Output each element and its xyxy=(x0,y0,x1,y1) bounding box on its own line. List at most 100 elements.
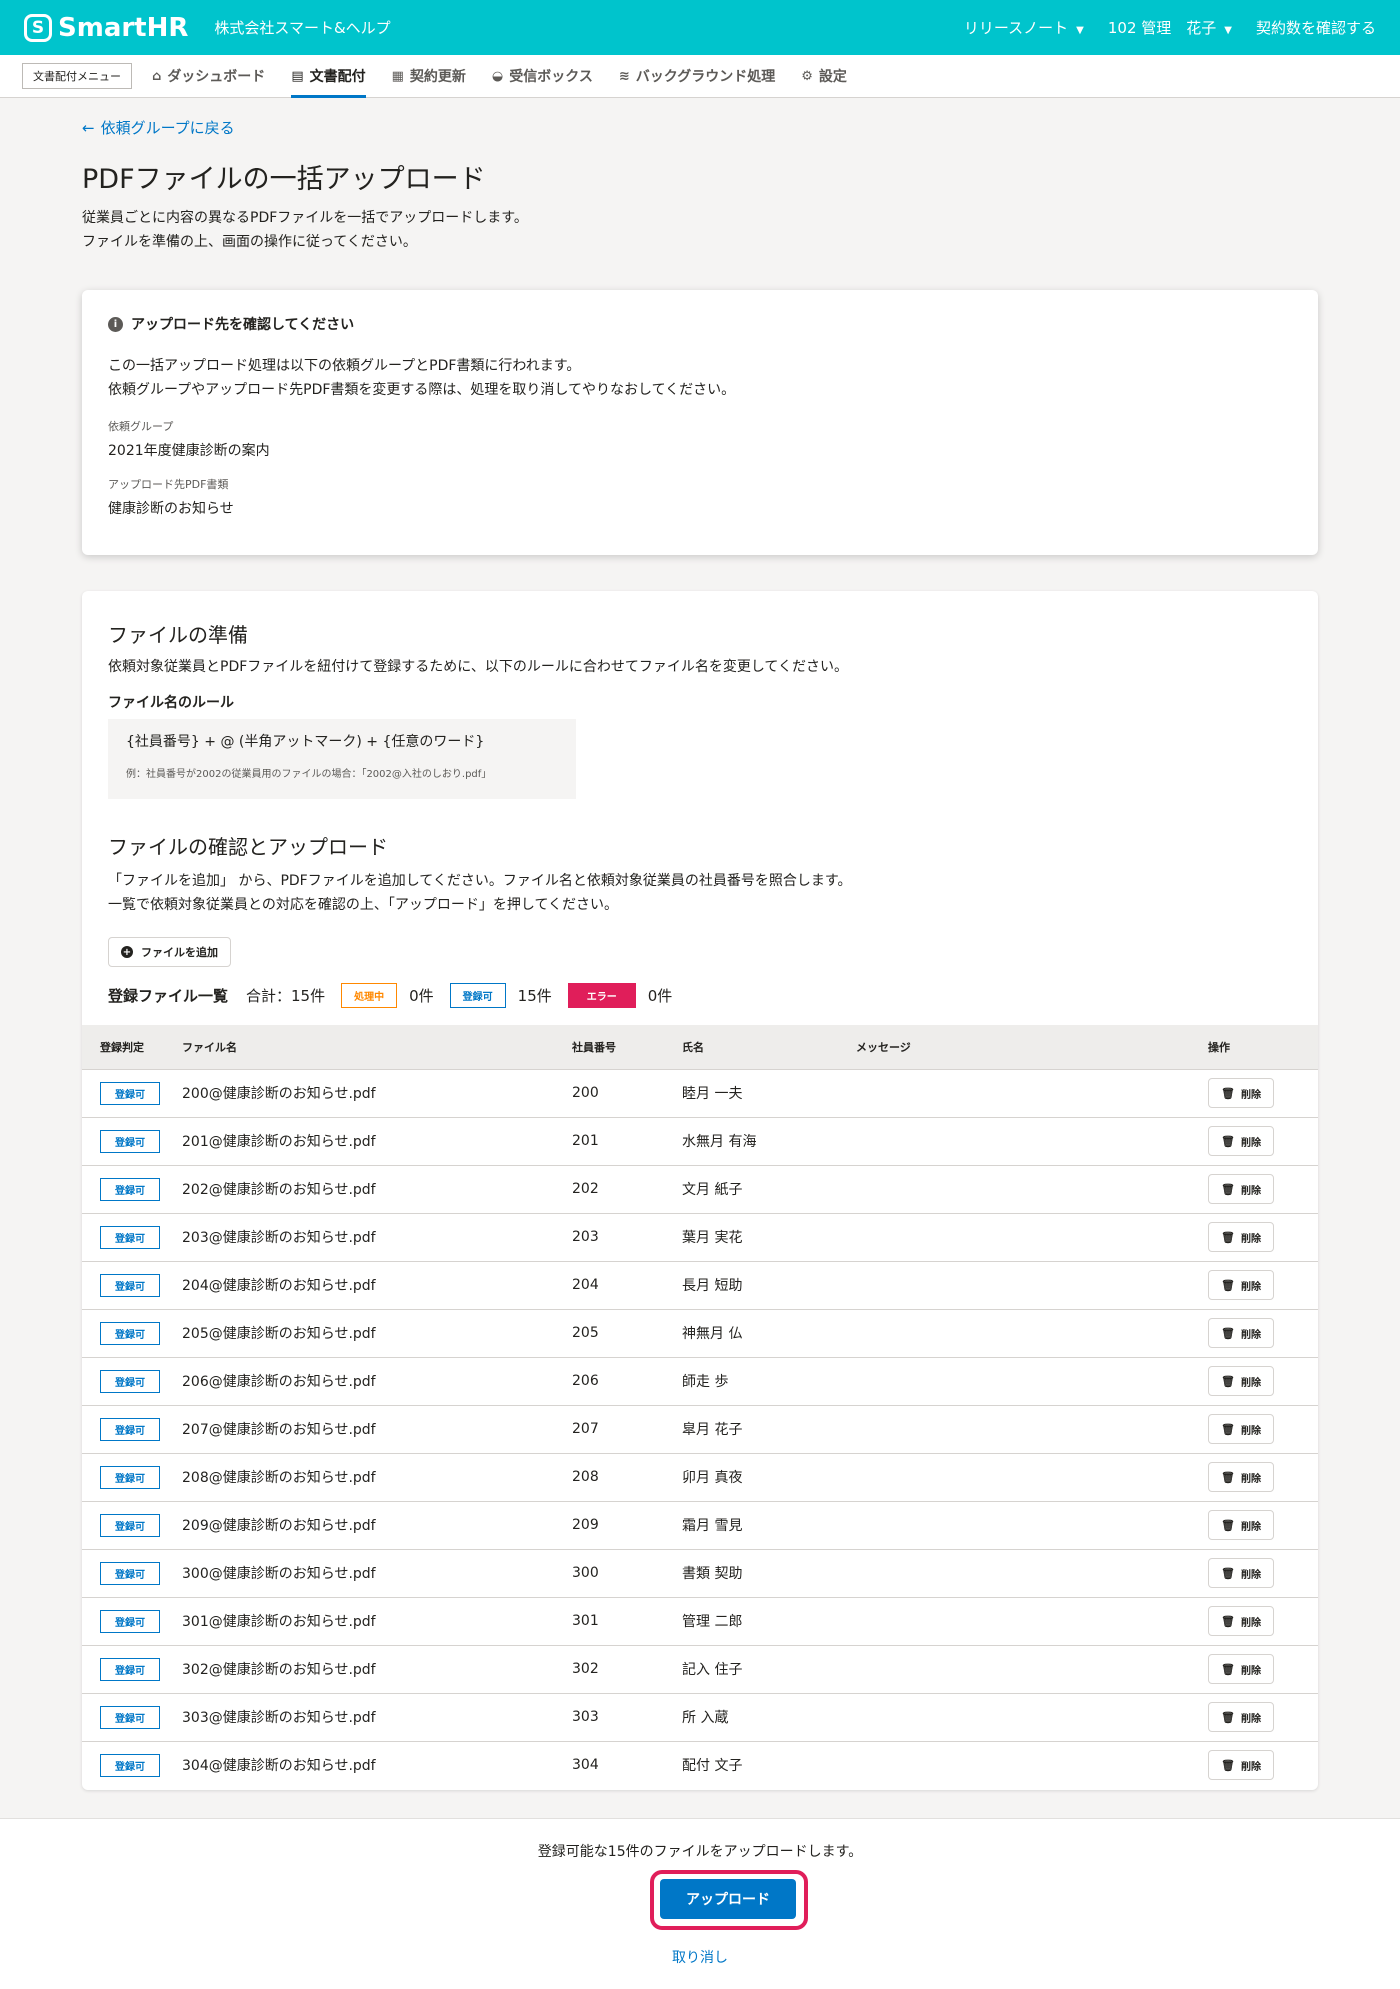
status-badge: 登録可 xyxy=(100,1273,160,1297)
table-row: 登録可 200@健康診断のお知らせ.pdf 200 睦月 一夫 🗑 削除 xyxy=(82,1068,1318,1117)
employee-name-cell: 葉月 実花 xyxy=(682,1212,856,1261)
nav-settings[interactable]: ⚙ 設定 xyxy=(801,55,847,98)
delete-button[interactable]: 🗑 削除 xyxy=(1208,1558,1274,1588)
file-upload-card: ファイルの準備 依頼対象従業員とPDFファイルを紐付けて登録するために、以下のル… xyxy=(82,591,1318,1790)
action-footer: 登録可能な15件のファイルをアップロードします。 アップロード 取り消し xyxy=(0,1818,1400,1989)
table-row: 登録可 205@健康診断のお知らせ.pdf 205 神無月 仏 🗑 削除 xyxy=(82,1308,1318,1357)
rule-example: 例：社員番号が2002の従業員用のファイルの場合：「2002@入社のしおり.pd… xyxy=(126,769,492,780)
delete-label: 削除 xyxy=(1240,1761,1261,1773)
header-right: リリースノート ▼ 102 管理 花子 ▼ 契約数を確認する xyxy=(964,17,1376,38)
delete-label: 削除 xyxy=(1240,1185,1261,1197)
delete-button[interactable]: 🗑 削除 xyxy=(1208,1078,1274,1108)
table-row: 登録可 207@健康診断のお知らせ.pdf 207 皐月 花子 🗑 削除 xyxy=(82,1404,1318,1453)
message-cell xyxy=(856,1740,1208,1789)
message-cell xyxy=(856,1500,1208,1549)
nav-label: バックグラウンド処理 xyxy=(635,69,776,85)
employee-id-cell: 303 xyxy=(572,1692,682,1741)
info-heading: i アップロード先を確認してください xyxy=(108,314,1292,334)
ok-badge: 登録可 xyxy=(449,983,506,1008)
error-badge: エラー xyxy=(567,983,636,1008)
employee-name-cell: 神無月 仏 xyxy=(682,1308,856,1357)
table-row: 登録可 304@健康診断のお知らせ.pdf 304 配付 文子 🗑 削除 xyxy=(82,1740,1318,1789)
rule-main: {社員番号} + @ (半角アットマーク) + {任意のワード} xyxy=(126,734,485,750)
user-menu[interactable]: 102 管理 花子 ▼ xyxy=(1108,17,1232,38)
status-cell: 登録可 xyxy=(82,1452,182,1501)
delete-button[interactable]: 🗑 削除 xyxy=(1208,1126,1274,1156)
delete-button[interactable]: 🗑 削除 xyxy=(1208,1702,1274,1732)
employee-id-cell: 206 xyxy=(572,1356,682,1405)
nav-contract-renewal[interactable]: ▦ 契約更新 xyxy=(392,55,466,98)
trash-icon: 🗑 xyxy=(1221,1470,1235,1484)
nav-dashboard[interactable]: ⌂ ダッシュボード xyxy=(152,55,265,98)
file-table: 登録判定 ファイル名 社員番号 氏名 メッセージ 操作 登録可 200@健康診断の… xyxy=(82,1025,1318,1789)
nav-inbox[interactable]: ◒ 受信ボックス xyxy=(492,55,593,98)
status-cell: 登録可 xyxy=(82,1644,182,1693)
employee-id-cell: 202 xyxy=(572,1164,682,1213)
employee-id-cell: 301 xyxy=(572,1596,682,1645)
status-cell: 登録可 xyxy=(82,1164,182,1213)
delete-button[interactable]: 🗑 削除 xyxy=(1208,1366,1274,1396)
rule-box: {社員番号} + @ (半角アットマーク) + {任意のワード} 例：社員番号が… xyxy=(108,719,576,799)
employee-name-cell: 長月 短助 xyxy=(682,1260,856,1309)
table-row: 登録可 201@健康診断のお知らせ.pdf 201 水無月 有海 🗑 削除 xyxy=(82,1116,1318,1165)
col-name: 氏名 xyxy=(682,1025,856,1069)
smarthr-logo[interactable]: S SmartHR xyxy=(24,13,188,43)
delete-button[interactable]: 🗑 削除 xyxy=(1208,1510,1274,1540)
delete-label: 削除 xyxy=(1240,1569,1261,1581)
logo-text: SmartHR xyxy=(58,12,189,43)
employee-id-cell: 204 xyxy=(572,1260,682,1309)
trash-icon: 🗑 xyxy=(1221,1134,1235,1148)
message-cell xyxy=(856,1404,1208,1453)
message-cell xyxy=(856,1260,1208,1309)
delete-label: 削除 xyxy=(1240,1137,1261,1149)
delete-label: 削除 xyxy=(1240,1281,1261,1293)
nav-label: 契約更新 xyxy=(409,69,466,85)
trash-icon: 🗑 xyxy=(1221,1278,1235,1292)
add-file-label: ファイルを追加 xyxy=(141,946,218,959)
delete-button[interactable]: 🗑 削除 xyxy=(1208,1270,1274,1300)
delete-label: 削除 xyxy=(1240,1329,1261,1341)
cancel-link-label[interactable]: 取り消し xyxy=(672,1950,728,1966)
upload-button[interactable]: アップロード xyxy=(660,1879,796,1919)
release-notes-menu[interactable]: リリースノート ▼ xyxy=(964,17,1084,38)
col-actions: 操作 xyxy=(1208,1025,1318,1069)
processing-count: 0件 xyxy=(409,987,434,1005)
delete-button[interactable]: 🗑 削除 xyxy=(1208,1222,1274,1252)
col-filename: ファイル名 xyxy=(182,1025,572,1069)
prepare-text: 依頼対象従業員とPDFファイルを紐付けて登録するために、以下のルールに合わせてフ… xyxy=(108,659,849,675)
trash-icon: 🗑 xyxy=(1221,1518,1235,1532)
filename-cell: 205@健康診断のお知らせ.pdf xyxy=(182,1308,572,1357)
status-badge: 登録可 xyxy=(100,1369,160,1393)
status-badge: 登録可 xyxy=(100,1225,160,1249)
status-badge: 登録可 xyxy=(100,1609,160,1633)
database-icon: ≋ xyxy=(618,68,630,84)
add-file-button[interactable]: + ファイルを追加 xyxy=(108,937,231,967)
nav-label: ダッシュボード xyxy=(167,69,266,85)
trash-icon: 🗑 xyxy=(1221,1566,1235,1580)
delete-button[interactable]: 🗑 削除 xyxy=(1208,1414,1274,1444)
delete-button[interactable]: 🗑 削除 xyxy=(1208,1750,1274,1781)
delete-button[interactable]: 🗑 削除 xyxy=(1208,1606,1274,1636)
trash-icon: 🗑 xyxy=(1221,1710,1235,1724)
status-cell: 登録可 xyxy=(82,1308,182,1357)
delete-label: 削除 xyxy=(1240,1713,1261,1725)
delete-button[interactable]: 🗑 削除 xyxy=(1208,1318,1274,1348)
delete-button[interactable]: 🗑 削除 xyxy=(1208,1174,1274,1204)
nav-document-distribution[interactable]: ▤ 文書配付 xyxy=(291,55,366,98)
delete-button[interactable]: 🗑 削除 xyxy=(1208,1654,1274,1684)
back-link[interactable]: ← 依頼グループに戻る xyxy=(82,117,235,138)
nav-background-jobs[interactable]: ≋ バックグラウンド処理 xyxy=(619,55,775,98)
table-row: 登録可 303@健康診断のお知らせ.pdf 303 所 入蔵 🗑 削除 xyxy=(82,1692,1318,1741)
delete-button[interactable]: 🗑 削除 xyxy=(1208,1462,1274,1492)
message-cell xyxy=(856,1548,1208,1597)
info-line: この一括アップロード処理は以下の依頼グループとPDF書類に行われます。 xyxy=(108,358,581,374)
error-count: 0件 xyxy=(647,987,673,1005)
ok-count: 15件 xyxy=(517,987,552,1005)
message-cell xyxy=(856,1116,1208,1165)
trash-icon: 🗑 xyxy=(1221,1374,1235,1388)
employee-id-cell: 203 xyxy=(572,1212,682,1261)
message-cell xyxy=(856,1596,1208,1645)
contract-link[interactable]: 契約数を確認する xyxy=(1256,17,1376,38)
logo-mark-icon: S xyxy=(24,13,52,42)
employee-id-cell: 200 xyxy=(572,1068,682,1117)
